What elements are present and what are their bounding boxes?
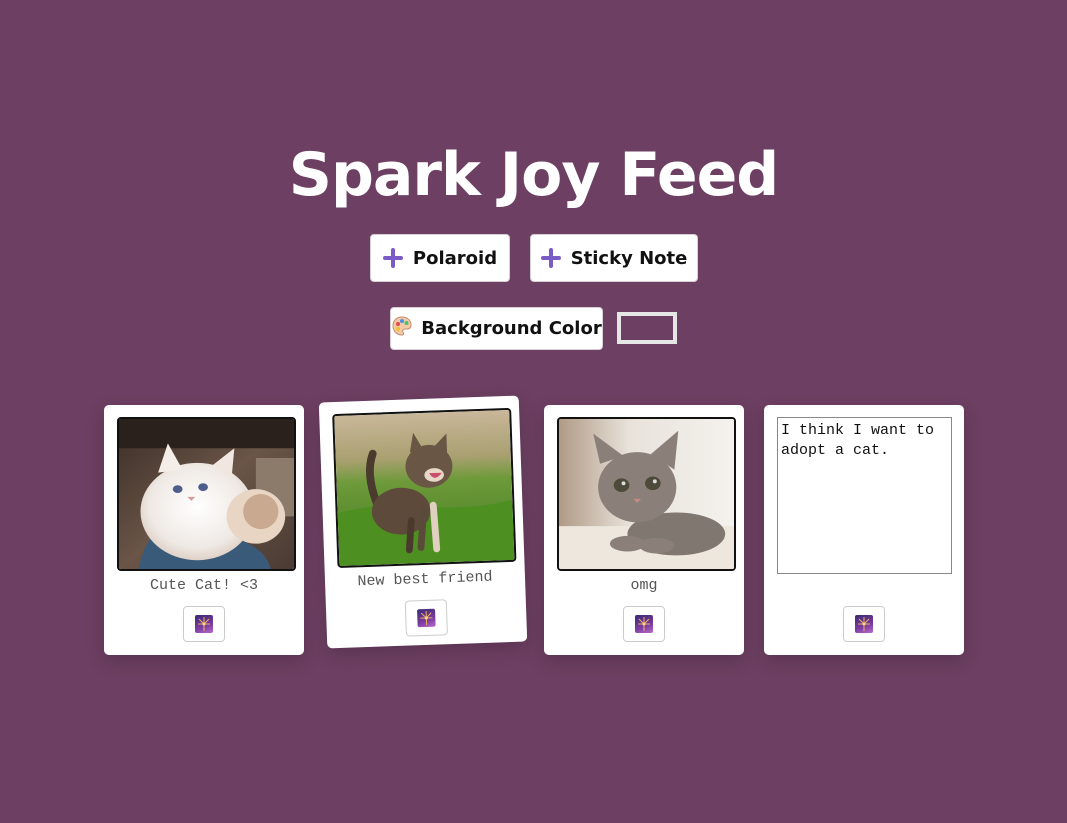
background-color-swatch[interactable] (617, 312, 677, 344)
add-sticky-note-label: Sticky Note (570, 247, 688, 269)
sticky-note-textarea[interactable]: I think I want to adopt a cat. (777, 417, 952, 574)
background-color-button[interactable]: Background Color (390, 307, 603, 350)
polaroid-caption[interactable]: Cute Cat! <3 (104, 577, 304, 594)
page-title: Spark Joy Feed (288, 140, 779, 210)
polaroid-caption[interactable]: New best friend (325, 567, 525, 591)
polaroid-card[interactable]: omg (544, 405, 744, 655)
spark-joy-button[interactable] (183, 606, 225, 642)
kitten-photo (332, 407, 517, 569)
sparkle-icon (635, 615, 653, 633)
kitten-photo (117, 417, 296, 571)
sticky-note-card[interactable]: I think I want to adopt a cat. (764, 405, 964, 655)
polaroid-card[interactable]: New best friend (318, 395, 528, 649)
sparkle-icon (195, 615, 213, 633)
sparkle-icon (417, 608, 436, 628)
plus-icon (540, 248, 561, 268)
palette-icon (391, 315, 413, 342)
polaroid-card[interactable]: Cute Cat! <3 (104, 405, 304, 655)
sparkle-icon (855, 615, 873, 633)
spark-joy-button[interactable] (623, 606, 665, 642)
spark-joy-button[interactable] (404, 599, 448, 637)
plus-icon (382, 248, 403, 268)
polaroid-caption[interactable]: omg (544, 577, 744, 594)
kitten-photo (557, 417, 736, 571)
add-sticky-note-button[interactable]: Sticky Note (530, 234, 698, 282)
add-polaroid-button[interactable]: Polaroid (370, 234, 510, 282)
spark-joy-button[interactable] (843, 606, 885, 642)
background-color-label: Background Color (421, 318, 602, 339)
add-polaroid-label: Polaroid (412, 247, 498, 269)
